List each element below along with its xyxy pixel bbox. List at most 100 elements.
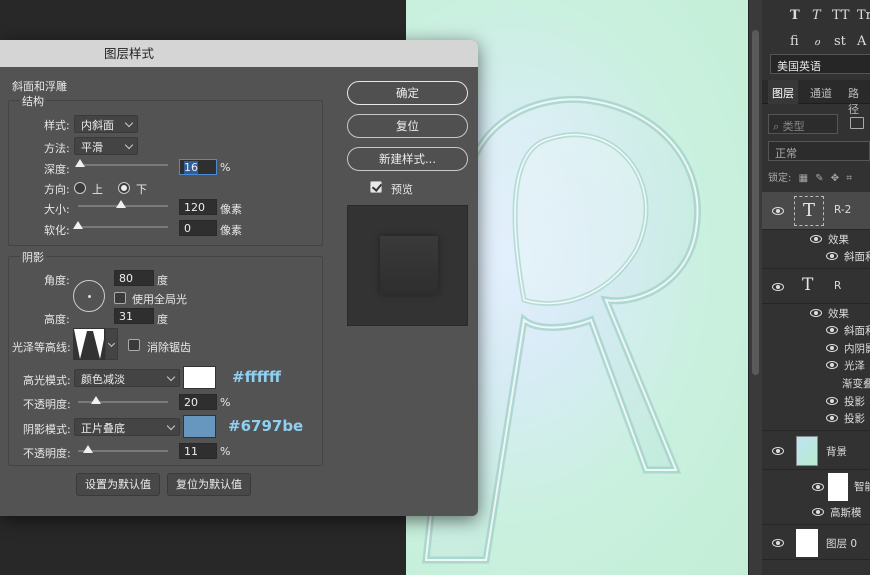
angle-input[interactable]: 80 <box>114 270 154 286</box>
highlight-opacity-knob[interactable] <box>91 396 101 404</box>
size-input[interactable]: 120 <box>179 199 217 215</box>
old-style-button[interactable]: ℴ <box>814 34 820 49</box>
lock-move-icon[interactable]: ✥ <box>831 173 839 184</box>
blend-mode-select[interactable]: 正常 <box>768 141 870 161</box>
effect-drop-shadow-row[interactable]: 投影 <box>826 394 865 411</box>
soften-slider[interactable] <box>73 221 168 229</box>
technique-value: 平滑 <box>81 141 103 154</box>
discretionary-ligature-button[interactable]: st <box>834 34 846 49</box>
layer-name: 背景 <box>826 446 847 458</box>
direction-down-radio[interactable] <box>118 182 130 194</box>
effect-gradient-overlay-row[interactable]: 渐变叠 <box>842 376 870 393</box>
layer-row-layer0[interactable]: 图层 0 <box>762 524 870 560</box>
chevron-down-icon <box>124 118 134 128</box>
shadow-opacity-unit: % <box>220 445 231 458</box>
effects-row[interactable]: 效果 <box>810 306 849 323</box>
scrollbar-thumb[interactable] <box>752 30 759 375</box>
layer-filter-select[interactable]: ⌕ 类型 <box>768 114 838 134</box>
shadow-opacity-input[interactable]: 11 <box>179 443 217 459</box>
preview-checkbox[interactable] <box>370 181 382 193</box>
lock-brush-icon[interactable]: ✎ <box>815 173 823 184</box>
lock-row: 锁定: ▦ ✎ ✥ ⌗ <box>768 169 870 187</box>
gloss-contour-preview[interactable] <box>73 328 105 360</box>
highlight-opacity-label: 不透明度: <box>23 398 71 411</box>
shading-heading: 阴影 <box>20 249 46 265</box>
global-light-checkbox[interactable] <box>114 292 126 304</box>
make-default-button[interactable]: 设置为默认值 <box>76 473 160 496</box>
technique-select[interactable]: 平滑 <box>74 137 138 155</box>
size-unit: 像素 <box>220 203 242 216</box>
lock-transparency-icon[interactable]: ▦ <box>799 173 808 184</box>
image-filter-icon[interactable] <box>850 117 864 129</box>
highlight-opacity-unit: % <box>220 396 231 409</box>
text-layer-thumbnail-icon: T <box>794 196 824 226</box>
depth-slider[interactable] <box>74 159 168 167</box>
layers-list: T R-2 效果 斜面和 T R 效果 斜面和 内阴影 光泽 渐变叠 投影 投影… <box>762 192 870 575</box>
bold-type-button[interactable]: T <box>790 8 800 23</box>
visibility-eye-icon[interactable] <box>772 539 784 547</box>
layer-name: R-2 <box>834 204 852 216</box>
language-select[interactable]: 美国英语 <box>770 54 870 74</box>
effect-bevel-row[interactable]: 斜面和 <box>826 323 870 340</box>
direction-down-label: 下 <box>136 183 147 196</box>
tab-layers[interactable]: 图层 <box>768 80 798 104</box>
gloss-contour-dropdown[interactable] <box>105 328 118 360</box>
effect-drop-shadow-row[interactable]: 投影 <box>826 411 865 428</box>
highlight-mode-select[interactable]: 颜色减淡 <box>74 369 180 387</box>
reset-default-button[interactable]: 复位为默认值 <box>167 473 251 496</box>
structure-heading: 结构 <box>20 93 46 109</box>
size-slider-knob[interactable] <box>116 200 127 208</box>
layer-row-background[interactable]: 背景 <box>762 430 870 470</box>
small-caps-button[interactable]: Tr <box>857 8 870 23</box>
type-style-row-1: T T TT Tr <box>762 4 870 30</box>
ok-button[interactable]: 确定 <box>347 81 468 105</box>
soften-label: 软化: <box>44 224 70 237</box>
tab-paths[interactable]: 路径 <box>844 80 870 116</box>
highlight-color-swatch[interactable] <box>183 366 216 389</box>
altitude-label: 高度: <box>44 313 70 326</box>
direction-up-radio[interactable] <box>74 182 86 194</box>
effects-row[interactable]: 效果 <box>810 232 849 249</box>
shadow-color-swatch[interactable] <box>183 415 216 438</box>
text-layer-thumbnail-icon: T <box>802 275 814 295</box>
altitude-input[interactable]: 31 <box>114 308 154 324</box>
effect-inner-shadow-row[interactable]: 内阴影 <box>826 341 870 358</box>
contour-curve-icon <box>74 329 104 359</box>
angle-dial[interactable] <box>73 280 105 312</box>
new-style-button[interactable]: 新建样式... <box>347 147 468 171</box>
depth-slider-knob[interactable] <box>74 159 85 167</box>
ligature-button[interactable]: fi <box>790 34 799 49</box>
tab-channels[interactable]: 通道 <box>806 80 836 104</box>
effect-bevel-row[interactable]: 斜面和 <box>826 249 870 266</box>
chevron-down-icon <box>107 339 116 348</box>
highlight-opacity-slider[interactable] <box>78 396 168 404</box>
size-slider[interactable] <box>78 200 168 208</box>
antialias-checkbox[interactable] <box>128 339 140 351</box>
style-select[interactable]: 内斜面 <box>74 115 138 133</box>
swash-button[interactable]: A <box>857 34 866 49</box>
layer-row-r2[interactable]: T R-2 <box>762 192 870 230</box>
effect-satin-row[interactable]: 光泽 <box>826 358 865 375</box>
depth-input[interactable]: 16 <box>179 159 217 175</box>
visibility-eye-icon[interactable] <box>772 283 784 291</box>
smart-filters-row[interactable]: 智能 <box>762 472 870 502</box>
layer-row-r[interactable]: T R <box>762 268 870 304</box>
italic-type-button[interactable]: T <box>812 8 821 23</box>
gaussian-blur-row[interactable]: 高斯模 <box>812 505 862 522</box>
reset-button[interactable]: 复位 <box>347 114 468 138</box>
shadow-hex-annotation: #6797be <box>228 417 304 435</box>
highlight-opacity-input[interactable]: 20 <box>179 394 217 410</box>
visibility-eye-icon[interactable] <box>772 447 784 455</box>
shadow-opacity-knob[interactable] <box>82 445 93 453</box>
soften-slider-knob[interactable] <box>73 221 83 229</box>
angle-label: 角度: <box>44 274 70 287</box>
style-preview-swatch <box>380 236 438 294</box>
lock-artboard-icon[interactable]: ⌗ <box>846 173 852 184</box>
all-caps-button[interactable]: TT <box>832 8 850 23</box>
visibility-eye-icon[interactable] <box>772 207 784 215</box>
visibility-eye-icon[interactable] <box>812 483 824 491</box>
soften-input[interactable]: 0 <box>179 220 217 236</box>
shadow-mode-select[interactable]: 正片叠底 <box>74 418 180 436</box>
canvas-vertical-scrollbar[interactable] <box>748 0 762 575</box>
shadow-opacity-slider[interactable] <box>78 445 168 453</box>
